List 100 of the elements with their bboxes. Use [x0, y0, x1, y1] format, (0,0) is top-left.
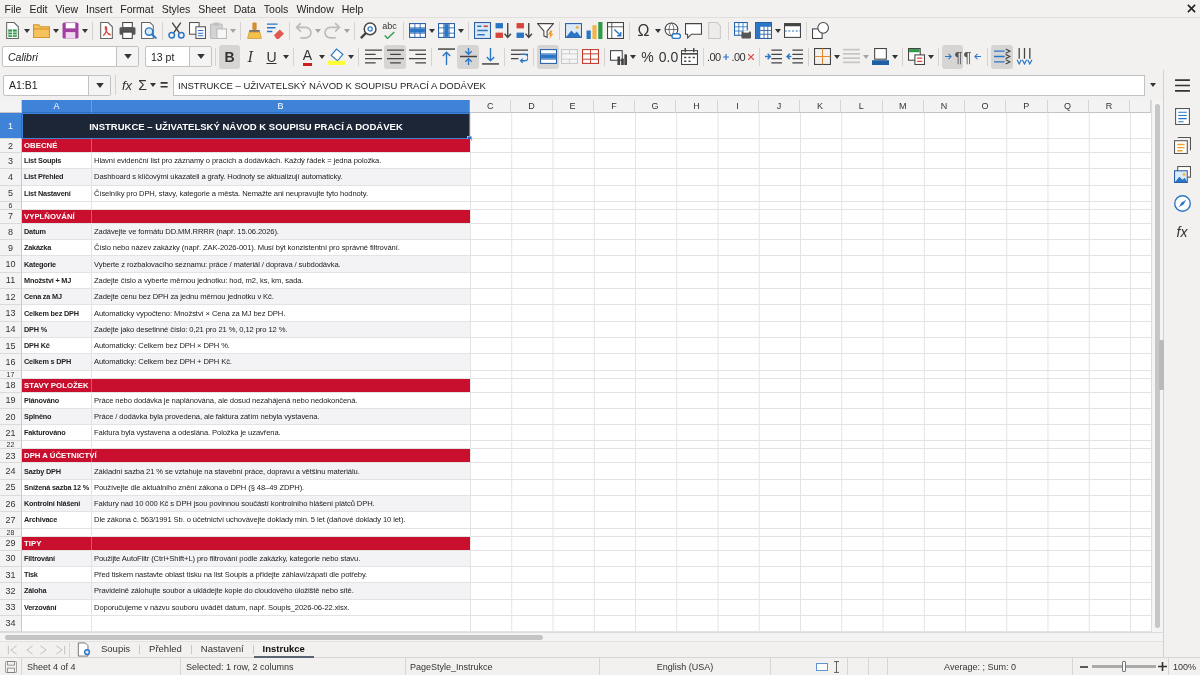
menu-item[interactable]: Sheet: [194, 2, 230, 15]
conditional-format-icon[interactable]: [908, 48, 925, 65]
name-box[interactable]: A1:B1: [3, 74, 111, 96]
paintbrush-icon[interactable]: [246, 22, 263, 39]
caret-icon[interactable]: [630, 54, 636, 59]
row-header[interactable]: 21: [0, 425, 22, 442]
caret-icon[interactable]: [24, 28, 30, 33]
border-color-icon[interactable]: [872, 48, 889, 65]
image-icon[interactable]: [565, 22, 582, 39]
gallery-icon[interactable]: [1173, 166, 1191, 183]
plus-icon[interactable]: [1158, 662, 1167, 671]
special-character-button[interactable]: Ω: [633, 18, 654, 43]
caret-icon[interactable]: [834, 54, 840, 59]
styles-icon[interactable]: [1173, 137, 1191, 154]
caret-icon[interactable]: [283, 54, 289, 59]
close-icon[interactable]: [1187, 4, 1196, 13]
column-header[interactable]: P: [1006, 100, 1048, 113]
sort-icon[interactable]: [474, 22, 491, 39]
row-header[interactable]: 24: [0, 463, 22, 480]
print-area-icon[interactable]: [734, 22, 751, 39]
printer-icon[interactable]: [119, 22, 136, 39]
row-header[interactable]: 23: [0, 449, 22, 464]
spellcheck-button[interactable]: abc: [379, 18, 400, 43]
caret-icon[interactable]: [123, 54, 132, 59]
formula-input[interactable]: INSTRUKCE – UŽIVATELSKÝ NÁVOD K SOUPISU PRACÍ A DODÁVEK: [173, 74, 1145, 96]
bold-button[interactable]: B: [219, 44, 240, 69]
column-header[interactable]: H: [676, 100, 718, 113]
menu-item[interactable]: Data: [230, 2, 260, 15]
menu-item[interactable]: Styles: [158, 2, 194, 15]
column-header[interactable]: O: [965, 100, 1007, 113]
merge-center-button[interactable]: [537, 44, 559, 69]
row-header[interactable]: 16: [0, 354, 22, 371]
menu-item[interactable]: Window: [292, 2, 338, 15]
number-format-icon[interactable]: [610, 48, 627, 65]
unmerge-cells-icon[interactable]: [582, 48, 599, 65]
column-header[interactable]: D: [511, 100, 553, 113]
new-sheet-icon[interactable]: [77, 642, 91, 657]
row-header[interactable]: 12: [0, 289, 22, 306]
column-header[interactable]: A: [22, 100, 92, 113]
column-header[interactable]: J: [758, 100, 800, 113]
column-header[interactable]: I: [717, 100, 759, 113]
menu-item[interactable]: Help: [338, 2, 367, 15]
vertical-scrollbar[interactable]: [1151, 100, 1163, 632]
standard-format-button[interactable]: 0.0: [658, 44, 679, 69]
caret-icon[interactable]: [348, 54, 354, 59]
zoom-level[interactable]: 100%: [1173, 661, 1196, 672]
print-preview-icon[interactable]: [140, 22, 157, 39]
selection-mode-icon[interactable]: [816, 662, 828, 671]
sheet-tab[interactable]: Instrukce: [253, 641, 314, 658]
page-style[interactable]: PageStyle_Instrukce: [410, 661, 493, 672]
delete-decimal-button[interactable]: .00: [731, 44, 756, 69]
sheet-tab[interactable]: Přehled: [140, 641, 191, 658]
underline-button[interactable]: U: [261, 44, 282, 69]
slider-thumb[interactable]: [1122, 661, 1126, 672]
add-decimal-button[interactable]: .00: [707, 44, 732, 69]
row-header[interactable]: 4: [0, 169, 22, 186]
hyperlink-icon[interactable]: [664, 22, 681, 39]
caret-icon[interactable]: [150, 83, 156, 87]
caret-icon[interactable]: [95, 82, 104, 88]
spreadsheet-icon[interactable]: [4, 22, 21, 39]
align-middle-button[interactable]: [457, 44, 479, 69]
insert-rows-icon[interactable]: [409, 22, 426, 39]
copy-icon[interactable]: [189, 22, 206, 39]
column-header[interactable]: M: [882, 100, 924, 113]
insert-columns-icon[interactable]: [438, 22, 455, 39]
outdent-icon[interactable]: [786, 48, 803, 65]
text-cursor-icon[interactable]: [834, 660, 839, 673]
sum-button[interactable]: Σ: [136, 73, 149, 97]
sheet-tab[interactable]: Soupis: [92, 641, 140, 658]
menu-item[interactable]: Format: [116, 2, 158, 15]
row-header[interactable]: 10: [0, 256, 22, 273]
borders-icon[interactable]: [814, 48, 831, 65]
shapes-icon[interactable]: [812, 22, 829, 39]
row-header[interactable]: 27: [0, 512, 22, 529]
menu-item[interactable]: Insert: [82, 2, 116, 15]
row-header[interactable]: 13: [0, 305, 22, 322]
caret-icon[interactable]: [655, 28, 661, 33]
column-header[interactable]: E: [552, 100, 594, 113]
menu-item[interactable]: Edit: [25, 2, 51, 15]
properties-icon[interactable]: [1173, 108, 1191, 125]
column-header[interactable]: F: [593, 100, 635, 113]
menu-item[interactable]: View: [52, 2, 82, 15]
font-name-field[interactable]: Calibri: [2, 46, 139, 67]
scroll-thumb[interactable]: [5, 635, 543, 640]
formula-button[interactable]: =: [157, 73, 171, 97]
dropdown-button[interactable]: [88, 75, 110, 95]
bar-chart-icon[interactable]: [586, 22, 603, 39]
row-header[interactable]: 32: [0, 583, 22, 600]
italic-button[interactable]: I: [240, 44, 261, 69]
row-header[interactable]: 1: [0, 113, 22, 139]
font-size-field[interactable]: 13 pt: [145, 46, 212, 67]
font-color-button[interactable]: A: [297, 44, 318, 69]
compass-icon[interactable]: [1173, 195, 1191, 212]
floppy-icon[interactable]: [62, 22, 79, 39]
sort-descending-icon[interactable]: [516, 22, 533, 39]
row-header[interactable]: 3: [0, 153, 22, 170]
row-header[interactable]: 9: [0, 240, 22, 257]
split-window-icon[interactable]: [784, 22, 801, 39]
comment-icon[interactable]: [685, 22, 702, 39]
scissors-icon[interactable]: [168, 22, 185, 39]
